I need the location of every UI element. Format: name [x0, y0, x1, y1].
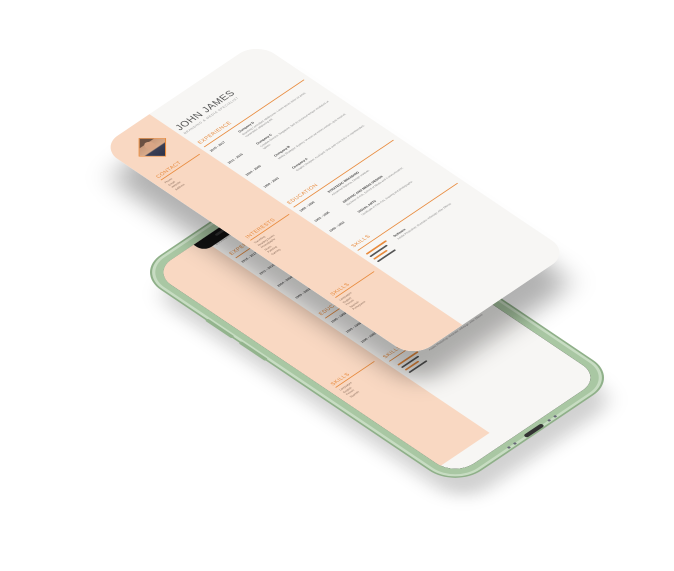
entry-year: 2015 - 2017: [209, 140, 227, 153]
skill-level-bars: [365, 240, 401, 264]
sidebar-skills: SKILLS Languages English French Spanish …: [329, 267, 394, 311]
entry-description: Media Strategist, Sydney. Ut enim ad min…: [276, 112, 348, 160]
experience-title: EXPERIENCE: [197, 120, 234, 146]
mockup-scene: SKILLS Languages English French Spanish …: [0, 0, 674, 571]
face-icon: [141, 140, 159, 152]
entry-description: Certificate in Fine Arts, drawing and ph…: [360, 180, 414, 217]
section-divider: [357, 182, 458, 251]
entry-year: 2011 - 2015: [226, 152, 245, 165]
entry-year: 1999 - 2003: [262, 176, 280, 189]
section-divider: [293, 139, 394, 208]
section-divider: [203, 79, 305, 148]
entry-degree: STRATEGIC BRANDING: [326, 170, 361, 194]
entry-description: Graphic Designer, Auckland. Duis aute ir…: [294, 124, 366, 172]
entry-year: 2004 - 2009: [244, 164, 263, 177]
entry-year: 1993 - 1995: [313, 210, 331, 223]
entry-year: 1995 - 1999: [298, 200, 316, 213]
sidebar-skills: SKILLS Languages English French Spanish: [330, 357, 391, 399]
sidebar-interests: INTERESTS Travelling Reading books Photo…: [244, 210, 313, 256]
entry-year: 1990 - 1992: [328, 220, 346, 233]
portrait-photo: [138, 138, 167, 157]
